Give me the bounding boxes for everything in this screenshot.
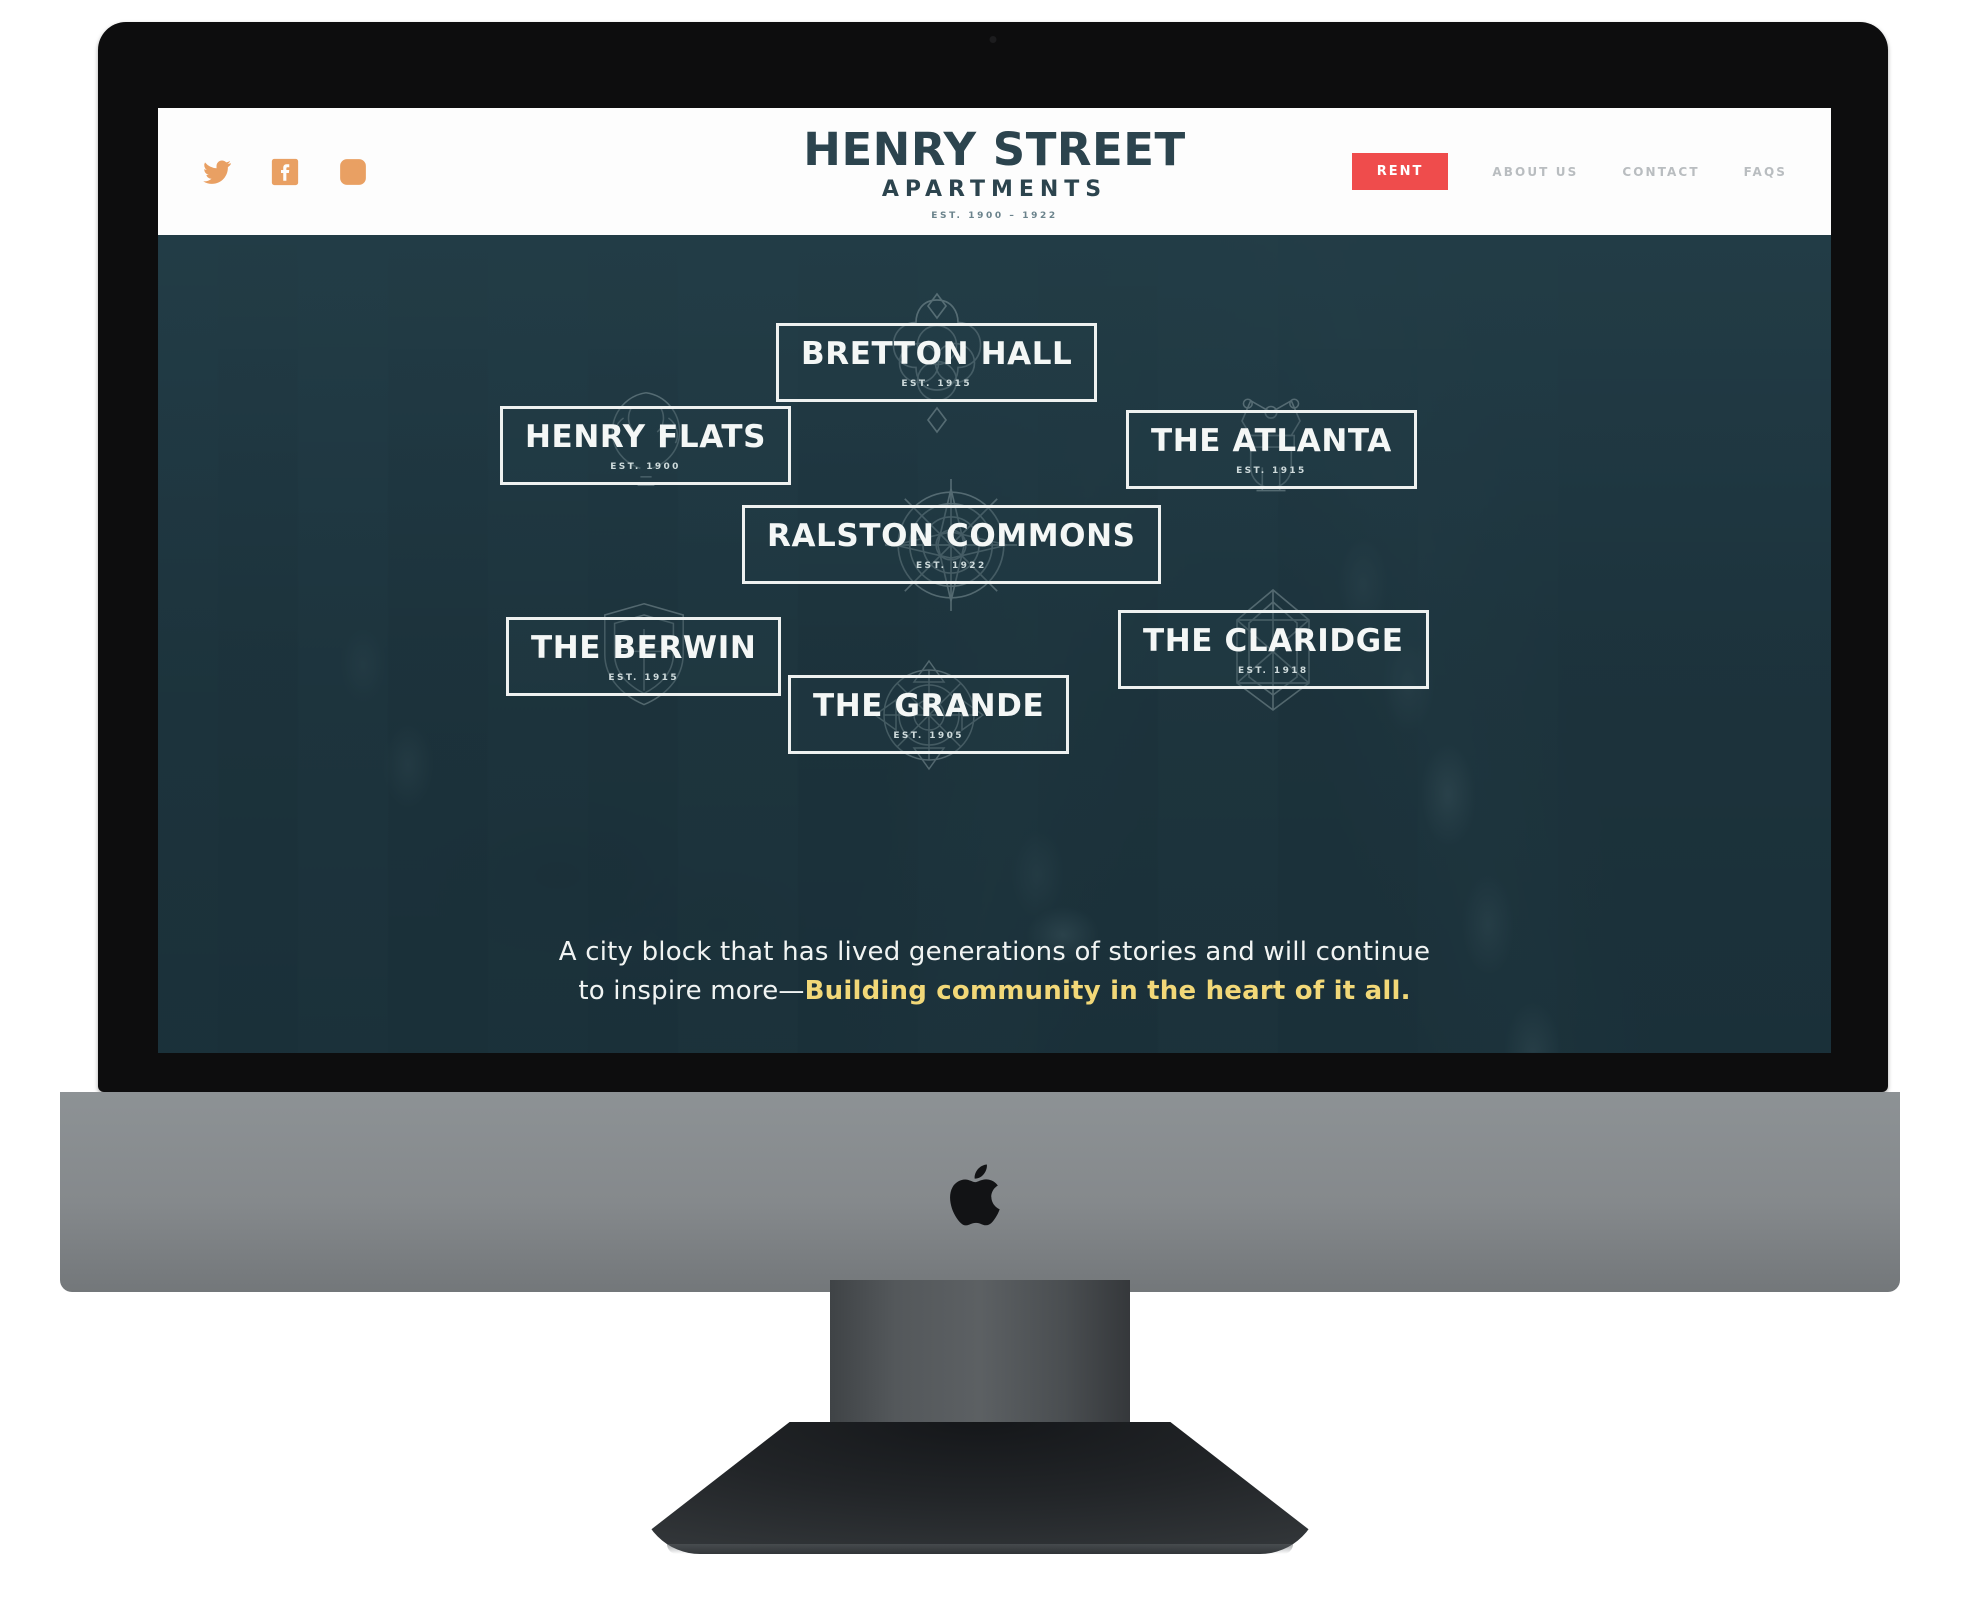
building-badge-the-claridge[interactable]: THE CLARIDGE EST. 1918	[1118, 588, 1429, 711]
logo-established-text: EST. 1900 – 1922	[931, 210, 1058, 221]
facebook-icon[interactable]	[270, 157, 300, 187]
building-badge-the-berwin[interactable]: THE BERWIN EST. 1915	[506, 602, 782, 705]
building-established: EST. 1918	[1237, 666, 1309, 676]
building-badge-the-atlanta[interactable]: THE ATLANTA EST. 1915	[1126, 397, 1417, 491]
building-established: EST. 1922	[916, 561, 987, 571]
instagram-icon[interactable]	[338, 157, 368, 187]
building-established: EST. 1905	[893, 731, 964, 741]
building-established: EST. 1915	[608, 673, 680, 683]
hero-tagline: A city block that has lived generations …	[545, 933, 1445, 1011]
building-name: BRETTON HALL	[801, 336, 1073, 372]
building-badge-the-grande[interactable]: THE GRANDE EST. 1905	[788, 659, 1070, 770]
nav-link-faqs[interactable]: FAQS	[1744, 165, 1787, 179]
badge-plate: HENRY FLATS EST. 1900	[500, 406, 792, 485]
building-name: RALSTON COMMONS	[767, 518, 1136, 554]
building-name: HENRY FLATS	[525, 419, 767, 455]
building-badge-henry-flats[interactable]: HENRY FLATS EST. 1900	[500, 391, 792, 486]
monitor-chin	[60, 1092, 1900, 1292]
badge-plate: THE CLARIDGE EST. 1918	[1118, 610, 1429, 689]
badge-plate: THE GRANDE EST. 1905	[788, 675, 1070, 754]
building-name: THE ATLANTA	[1151, 423, 1392, 459]
building-badge-ralston-commons[interactable]: RALSTON COMMONS EST. 1922	[742, 478, 1161, 611]
monitor-stand-base	[640, 1422, 1320, 1554]
social-links	[202, 157, 368, 187]
tagline-accent-text: Building community in the heart of it al…	[804, 976, 1411, 1006]
building-badge-bretton-hall[interactable]: BRETTON HALL EST. 1915	[776, 292, 1098, 433]
building-established: EST. 1915	[901, 379, 973, 389]
badge-plate: THE BERWIN EST. 1915	[506, 617, 782, 696]
apple-logo-icon	[950, 1164, 1000, 1226]
building-name: THE GRANDE	[813, 688, 1045, 724]
building-established: EST. 1900	[610, 462, 681, 472]
nav-link-about-us[interactable]: ABOUT US	[1492, 165, 1578, 179]
building-name: THE BERWIN	[531, 630, 757, 666]
badge-plate: BRETTON HALL EST. 1915	[776, 323, 1098, 402]
nav-link-contact[interactable]: CONTACT	[1622, 165, 1699, 179]
monitor-screen: HENRY STREET APARTMENTS EST. 1900 – 1922…	[158, 108, 1831, 1053]
badge-plate: RALSTON COMMONS EST. 1922	[742, 505, 1161, 584]
building-badge-map: BRETTON HALL EST. 1915 HENRY FLATS EST. …	[158, 235, 1831, 1053]
logo-secondary-text: APARTMENTS	[881, 176, 1108, 202]
building-name: THE CLARIDGE	[1143, 623, 1404, 659]
logo-primary-text: HENRY STREET	[803, 122, 1186, 176]
main-navigation: RENT ABOUT US CONTACT FAQS	[1351, 153, 1787, 190]
site-logo[interactable]: HENRY STREET APARTMENTS EST. 1900 – 1922	[765, 126, 1225, 220]
website-viewport: HENRY STREET APARTMENTS EST. 1900 – 1922…	[158, 108, 1831, 1053]
rent-button[interactable]: RENT	[1351, 153, 1449, 190]
imac-device: HENRY STREET APARTMENTS EST. 1900 – 1922…	[60, 22, 1900, 1582]
hero-section: BRETTON HALL EST. 1915 HENRY FLATS EST. …	[158, 235, 1831, 1053]
site-header: HENRY STREET APARTMENTS EST. 1900 – 1922…	[158, 108, 1831, 235]
twitter-icon[interactable]	[202, 157, 232, 187]
building-established: EST. 1915	[1236, 466, 1307, 476]
badge-plate: THE ATLANTA EST. 1915	[1126, 410, 1417, 489]
